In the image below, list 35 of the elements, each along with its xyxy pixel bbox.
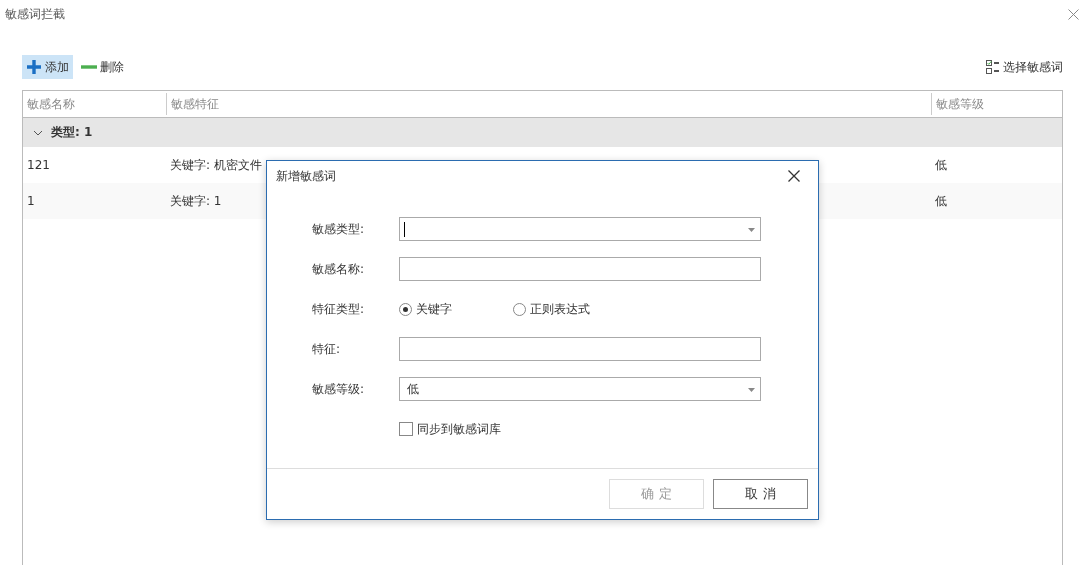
dialog-title: 新增敏感词 [276, 167, 336, 185]
radio-option[interactable]: 正则表达式 [513, 300, 593, 318]
field-label: 敏感名称: [311, 260, 366, 278]
sync-checkbox[interactable]: 同步到敏感词库 [399, 420, 501, 438]
table-cell: 关键字: 机密文件 [170, 157, 262, 172]
field-label: 特征: [311, 340, 342, 358]
group-row[interactable]: 类型: 1 [23, 118, 1062, 147]
column-header[interactable]: 敏感名称 [23, 91, 166, 117]
input-field[interactable] [399, 337, 761, 361]
table-cell: 121 [27, 158, 50, 172]
cancel-button[interactable]: 取 消 [713, 479, 808, 509]
dropdown-arrow-icon [748, 228, 755, 232]
field-label: 敏感类型: [311, 220, 366, 238]
add-button[interactable]: 添加 [22, 55, 73, 79]
input-field[interactable] [399, 257, 761, 281]
table-cell: 低 [935, 193, 947, 208]
field-label: 敏感等级: [311, 380, 366, 398]
field-value: 低 [407, 380, 419, 398]
group-label: 类型: 1 [51, 124, 93, 141]
select-words-button[interactable]: 选择敏感词 [982, 55, 1067, 79]
dropdown-field[interactable]: 低 [399, 377, 761, 401]
radio-option[interactable]: 关键字 [399, 300, 479, 318]
dropdown-arrow-icon [748, 388, 755, 392]
field-label: 特征类型: [311, 300, 366, 318]
column-header[interactable]: 敏感等级 [931, 93, 1062, 115]
column-header[interactable]: 敏感特征 [166, 93, 931, 115]
checklist-icon [986, 59, 1000, 75]
table-cell: 1 [27, 194, 35, 208]
table-cell: 低 [935, 157, 947, 172]
table-cell: 关键字: 1 [170, 193, 222, 208]
close-icon[interactable] [788, 170, 800, 182]
window-title: 敏感词拦截 [5, 5, 65, 23]
plus-icon [26, 59, 42, 75]
delete-button[interactable]: 删除 [77, 55, 128, 79]
dropdown-field[interactable] [399, 217, 761, 241]
